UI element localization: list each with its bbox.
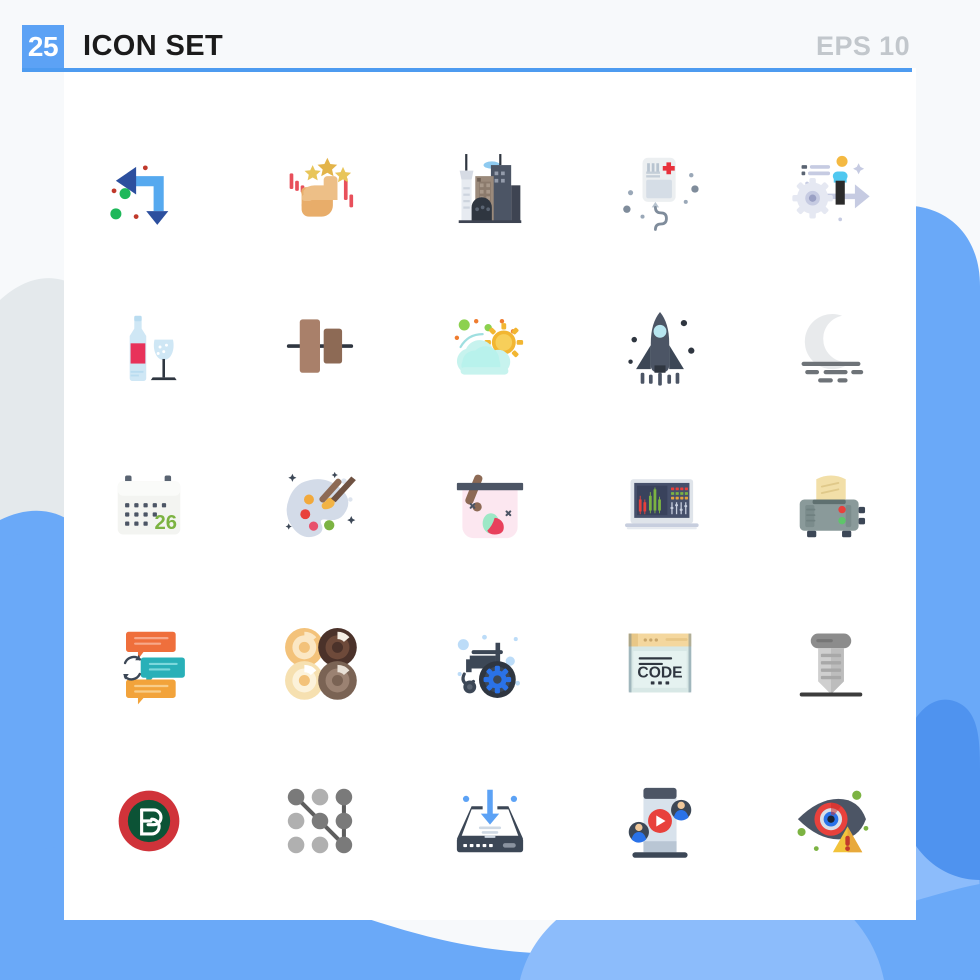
icon-cell-15[interactable]	[746, 426, 916, 584]
icon-cell-1[interactable]	[64, 110, 234, 268]
icon-cell-3[interactable]	[405, 110, 575, 268]
city-buildings-icon	[458, 154, 522, 224]
icon-cell-23[interactable]	[405, 742, 575, 900]
pattern-lock-icon	[287, 788, 352, 854]
icon-count-badge: 25	[22, 24, 64, 68]
icon-cell-7[interactable]	[234, 268, 404, 426]
icon-cell-16[interactable]	[64, 584, 234, 742]
sheet-title: ICON SET	[83, 29, 224, 62]
icon-cell-21[interactable]	[64, 742, 234, 900]
icon-cell-10[interactable]	[746, 268, 916, 426]
icon-cell-4[interactable]	[575, 110, 745, 268]
calendar-date-icon: 26	[117, 475, 181, 535]
video-streaming-users-icon	[629, 787, 692, 858]
paint-palette-brush-icon	[285, 471, 356, 538]
calendar-day-number: 26	[155, 512, 178, 534]
icon-cell-8[interactable]	[405, 268, 575, 426]
icon-cell-14[interactable]	[575, 426, 745, 584]
icon-cell-11[interactable]: 26	[64, 426, 234, 584]
cloudy-sun-weather-icon	[454, 319, 524, 375]
align-objects-icon	[286, 319, 353, 373]
icon-cell-17[interactable]	[234, 584, 404, 742]
icon-cell-24[interactable]	[575, 742, 745, 900]
arrows-direction-icon	[110, 165, 169, 225]
icon-cell-12[interactable]	[234, 426, 404, 584]
icon-cell-22[interactable]	[234, 742, 404, 900]
icon-cell-5[interactable]	[746, 110, 916, 268]
iv-blood-bag-icon	[623, 157, 700, 231]
gear-process-arrow-icon	[792, 155, 870, 222]
download-drive-icon	[456, 789, 524, 853]
icon-cell-18[interactable]	[405, 584, 575, 742]
icon-cell-25[interactable]	[746, 742, 916, 900]
code-browser-window-icon: CODE	[629, 633, 692, 693]
eye-warning-icon	[797, 790, 869, 853]
donut-rings-icon	[284, 628, 357, 700]
portugal-flag-badge-icon	[118, 790, 180, 852]
trading-chart-screen-icon	[625, 479, 700, 530]
moon-fog-night-icon	[801, 313, 863, 383]
icon-cell-19[interactable]: CODE	[575, 584, 745, 742]
toaster-bread-icon	[799, 475, 865, 538]
icon-grid: 26 CODE	[64, 110, 916, 900]
icon-cell-9[interactable]	[575, 268, 745, 426]
icon-cell-6[interactable]	[64, 268, 234, 426]
icon-cell-13[interactable]	[405, 426, 575, 584]
sheet-header: 25 ICON SET EPS 10	[22, 22, 912, 70]
space-shuttle-icon	[628, 312, 695, 386]
chat-sync-icon	[123, 631, 186, 705]
icon-cell-20[interactable]	[746, 584, 916, 742]
screw-bolt-icon	[799, 633, 863, 697]
wine-bottle-glass-icon	[129, 315, 177, 382]
icon-cell-2[interactable]	[234, 110, 404, 268]
wheelchair-settings-icon	[457, 634, 520, 698]
icon-set-canvas: 25 ICON SET EPS 10 26 CODE	[0, 0, 980, 980]
header-divider	[22, 68, 912, 72]
hand-rating-stars-icon	[289, 157, 353, 217]
format-label: EPS 10	[816, 30, 910, 61]
mixing-bowl-icon	[456, 474, 524, 539]
code-text: CODE	[638, 665, 683, 682]
